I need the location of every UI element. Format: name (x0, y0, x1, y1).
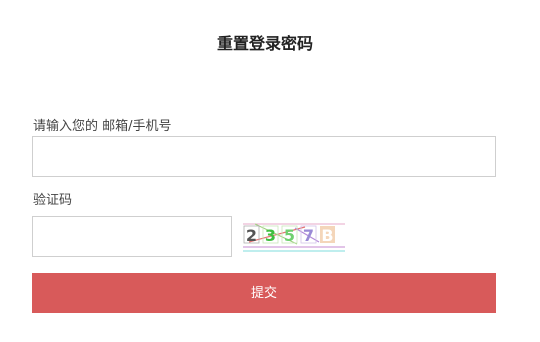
captcha-char: 5 (284, 226, 295, 245)
account-input[interactable] (32, 136, 496, 177)
page-title: 重置登录密码 (216, 34, 313, 53)
captcha-char: B (321, 226, 333, 245)
account-label: 请输入您的 邮箱/手机号 (33, 119, 172, 134)
captcha-image[interactable]: 2 3 5 7 B (241, 218, 347, 254)
captcha-char: 2 (246, 226, 257, 245)
submit-button[interactable]: 提交 (32, 273, 496, 313)
reset-password-page: 重置登录密码 请输入您的 邮箱/手机号 验证码 2 3 5 7 B 提交 (0, 0, 540, 342)
captcha-label: 验证码 (33, 193, 73, 208)
captcha-char: 7 (303, 226, 314, 245)
captcha-char: 3 (265, 226, 276, 245)
captcha-input[interactable] (32, 216, 232, 257)
